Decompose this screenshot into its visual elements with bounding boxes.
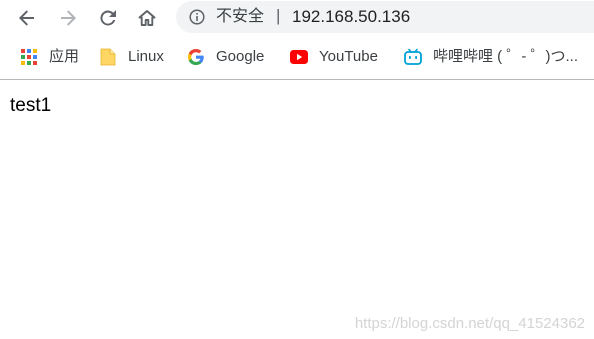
home-icon [138,10,156,26]
address-bar[interactable]: 不安全 | 192.168.50.136 [176,1,594,33]
browser-window: 不安全 | 192.168.50.136 应用 Linux Google You… [0,0,594,339]
url-text[interactable]: 192.168.50.136 [292,7,410,27]
reload-button[interactable] [95,5,121,31]
browser-toolbar: 不安全 | 192.168.50.136 [0,0,594,36]
bookmark-label: Linux [128,48,164,65]
folder-icon [99,48,117,66]
forward-button[interactable] [55,5,81,31]
bookmark-apps[interactable]: 应用 [20,46,79,68]
page-body-text: test1 [10,95,52,116]
back-button[interactable] [14,5,40,31]
watermark: https://blog.csdn.net/qq_41524362 [354,315,585,332]
security-label[interactable]: 不安全 [216,7,264,27]
bookmark-google[interactable]: Google [187,46,264,68]
bookmark-label: 哔哩哔哩 ( ゜- ゜)つ... [433,48,578,65]
apps-grid-icon [20,48,38,66]
bookmark-linux[interactable]: Linux [99,46,164,68]
bookmark-label: 应用 [49,48,80,65]
bookmark-label: YouTube [319,48,378,65]
youtube-icon [290,48,308,66]
bookmarks-bar: 应用 Linux Google YouTube 哔哩哔哩 (゜- ゜)つ... [0,36,594,79]
home-button[interactable] [134,5,160,31]
bookmark-youtube[interactable]: YouTube [290,46,378,68]
info-icon[interactable] [189,9,205,25]
arrow-right-icon [61,10,76,26]
bookmark-bilibili[interactable]: 哔哩哔哩 ( ゜- ゜)つ... [404,46,578,68]
page-content: test1 https://blog.csdn.net/qq_41524362 [0,80,594,339]
url-separator: | [276,6,281,25]
reload-icon [100,10,116,26]
arrow-left-icon [19,10,34,26]
bookmark-label: Google [216,48,265,65]
bilibili-icon [404,48,422,66]
google-icon [187,48,205,66]
